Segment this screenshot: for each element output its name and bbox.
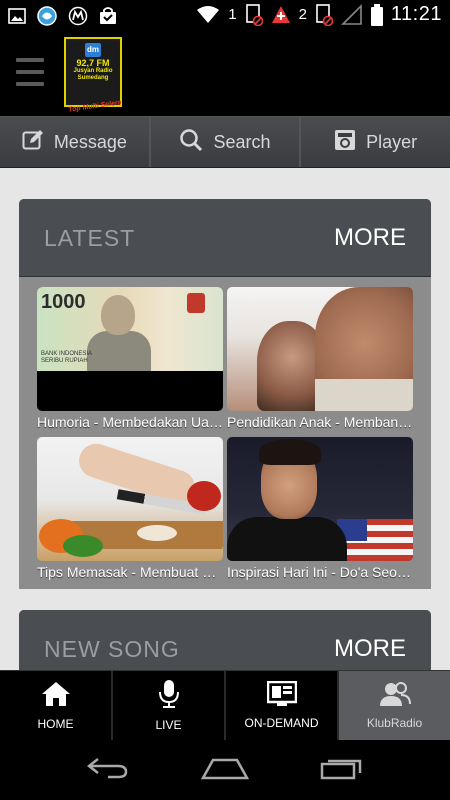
home-outline-icon[interactable] — [200, 756, 250, 785]
sim2-blocked-icon — [315, 3, 333, 26]
nav-live-label: LIVE — [155, 718, 182, 732]
nav-on-demand[interactable]: ON-DEMAND — [226, 671, 339, 740]
microphone-icon — [157, 679, 181, 712]
message-label: Message — [53, 131, 127, 152]
home-icon — [40, 680, 72, 711]
item-caption: Pendidikan Anak - Membangun Karakter — [227, 414, 413, 430]
list-item[interactable]: Inspirasi Hari Ini - Do'a Seorang Ibu — [227, 437, 413, 585]
logo-name-line1: Jusyan Radio — [73, 68, 113, 74]
logo-frequency: 92,7 FM — [76, 58, 110, 68]
battery-icon — [370, 3, 383, 26]
latest-section: LATEST MORE 1000 BANK INDONESIA SERIBU RU… — [19, 199, 431, 589]
list-item[interactable]: 1000 BANK INDONESIA SERIBU RUPIAH Humoria… — [37, 287, 223, 435]
list-item[interactable]: Tips Memasak - Membuat Kue Lezat — [37, 437, 223, 585]
search-button[interactable]: Search — [150, 117, 302, 167]
logo-badge: dm — [85, 43, 101, 57]
users-icon — [379, 681, 411, 710]
system-navigation — [0, 740, 450, 800]
new-song-title: NEW SONG — [44, 636, 180, 662]
swiss-icon — [271, 5, 291, 25]
nav-on-demand-label: ON-DEMAND — [244, 716, 319, 730]
new-song-more-button[interactable]: MORE — [334, 635, 406, 663]
compose-icon — [22, 129, 44, 156]
new-song-header: NEW SONG MORE — [19, 610, 431, 670]
latest-grid: 1000 BANK INDONESIA SERIBU RUPIAH Humoria… — [19, 277, 431, 589]
list-item[interactable]: Pendidikan Anak - Membangun Karakter — [227, 287, 413, 435]
thumbnail-image — [37, 437, 223, 561]
nav-klubradio-label: KlubRadio — [366, 716, 423, 730]
app-header: dm 92,7 FM Jusyan Radio Sumedang Top Mul… — [0, 32, 450, 116]
item-caption: Humoria - Membedakan Uang Asli dan Palsu — [37, 414, 223, 430]
wifi-icon — [196, 5, 220, 25]
browser-icon — [36, 5, 58, 27]
latest-more-button[interactable]: MORE — [334, 224, 406, 252]
nav-home-label: HOME — [37, 717, 74, 731]
logo-name-line2: Sumedang — [77, 75, 109, 81]
status-bar: 1 2 11:21 — [0, 0, 450, 32]
recent-apps-icon[interactable] — [320, 756, 364, 785]
sim1-blocked-icon — [245, 3, 263, 26]
sim2-label: 2 — [298, 6, 307, 23]
item-caption: Tips Memasak - Membuat Kue Lezat — [37, 564, 223, 580]
latest-title: LATEST — [44, 225, 136, 251]
new-song-section: NEW SONG MORE — [19, 610, 431, 670]
motorola-icon — [68, 6, 88, 26]
thumbnail-image — [227, 437, 413, 561]
menu-icon[interactable] — [16, 58, 44, 88]
item-caption: Inspirasi Hari Ini - Do'a Seorang Ibu — [227, 564, 413, 580]
no-signal-icon — [340, 3, 363, 26]
clock: 11:21 — [390, 3, 442, 25]
nav-live[interactable]: LIVE — [113, 671, 226, 740]
search-label: Search — [213, 131, 271, 152]
thumbnail-image — [227, 287, 413, 411]
main-content[interactable]: LATEST MORE 1000 BANK INDONESIA SERIBU RU… — [0, 168, 450, 670]
radio-player-icon — [334, 129, 356, 156]
logo-tagline: Top Multi Selera — [67, 99, 123, 114]
bag-icon — [98, 6, 118, 26]
back-icon[interactable] — [86, 756, 130, 785]
player-button[interactable]: Player — [301, 117, 450, 167]
image-icon — [8, 8, 26, 24]
player-label: Player — [366, 131, 418, 152]
thumbnail-image: 1000 BANK INDONESIA SERIBU RUPIAH — [37, 287, 223, 411]
sim1-label: 1 — [228, 6, 237, 23]
bottom-navigation: HOME LIVE ON-DEMAND KlubRadio — [0, 670, 450, 740]
on-demand-icon — [266, 680, 297, 710]
nav-klubradio[interactable]: KlubRadio — [339, 671, 450, 740]
nav-home[interactable]: HOME — [0, 671, 113, 740]
message-button[interactable]: Message — [0, 117, 151, 167]
action-toolbar: Message Search Player — [0, 116, 450, 168]
station-logo[interactable]: dm 92,7 FM Jusyan Radio Sumedang Top Mul… — [64, 37, 122, 114]
latest-header: LATEST MORE — [19, 199, 431, 277]
search-icon — [179, 128, 203, 157]
